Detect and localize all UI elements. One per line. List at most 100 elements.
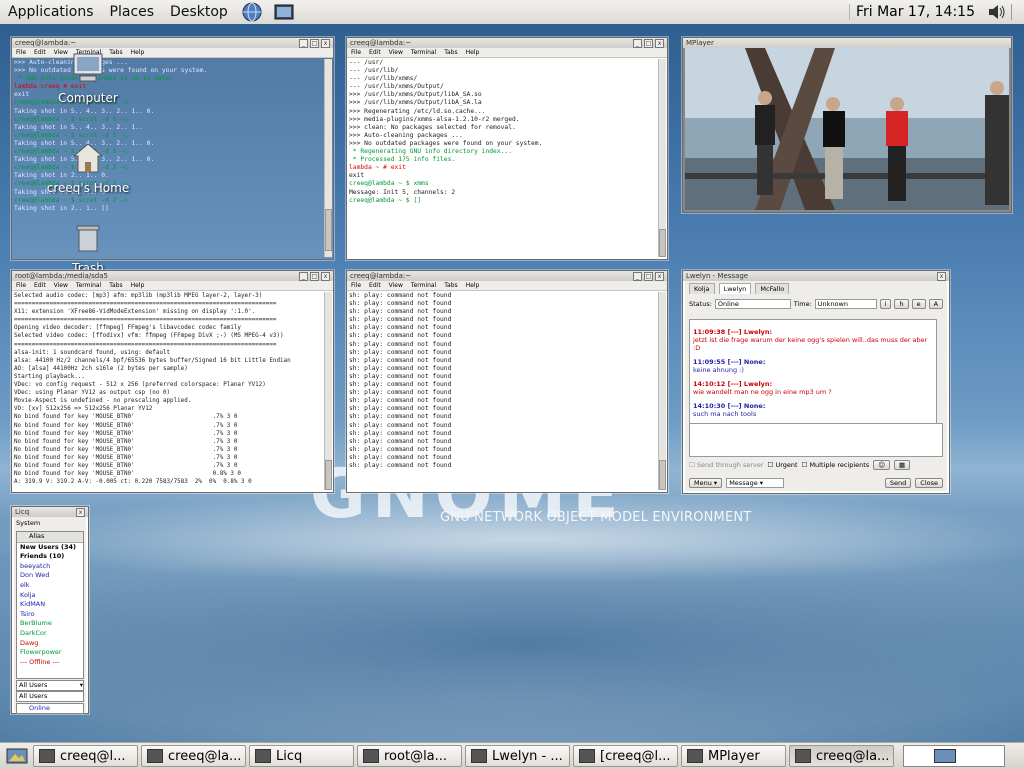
video-frame[interactable] xyxy=(685,48,1009,210)
menu-help[interactable]: Help xyxy=(131,282,145,289)
minimize-button[interactable]: _ xyxy=(299,271,308,281)
contact-row[interactable]: BerBlume xyxy=(17,619,83,629)
workspace-pager[interactable] xyxy=(903,745,1005,767)
titlebar[interactable]: Lwelyn - Message x xyxy=(683,271,949,281)
menu-terminal[interactable]: Terminal xyxy=(411,282,436,289)
close-button[interactable]: x xyxy=(937,271,946,281)
menu-terminal[interactable]: Terminal xyxy=(76,282,101,289)
contact-row[interactable]: Flowerpower xyxy=(17,648,83,658)
menu-terminal[interactable]: Terminal xyxy=(411,49,436,56)
maximize-button[interactable]: □ xyxy=(644,38,653,48)
show-desktop-button[interactable] xyxy=(4,745,30,767)
contact-row[interactable]: New Users (34) xyxy=(17,543,83,553)
volume-icon[interactable] xyxy=(987,2,1007,22)
terminal-window-4[interactable]: creeq@lambda:~ _ □ x File Edit View Terminal T… xyxy=(346,270,668,493)
maximize-button[interactable]: □ xyxy=(310,38,319,48)
mplayer-window[interactable]: MPlayer xyxy=(682,37,1012,213)
contact-row[interactable]: Friends (10) xyxy=(17,552,83,562)
titlebar[interactable]: root@lambda:/media/sda5 _ □ x xyxy=(12,271,333,281)
titlebar[interactable]: creeq@lambda:~ _ □ x xyxy=(12,38,333,48)
message-window[interactable]: Lwelyn - Message x Kolja Lwelyn McFallo … xyxy=(682,270,950,494)
taskbar-button[interactable]: [creeq@l... xyxy=(573,745,678,767)
close-button[interactable]: x xyxy=(655,38,664,48)
urgent-checkbox[interactable]: ☐ Urgent xyxy=(768,461,798,469)
taskbar-button[interactable]: MPlayer xyxy=(681,745,786,767)
menu-button[interactable]: Menu ▾ xyxy=(689,478,723,488)
contact-list[interactable]: Alias New Users (34) Friends (10) beeyatch… xyxy=(16,531,84,679)
scrollbar[interactable] xyxy=(658,59,666,257)
titlebar[interactable]: MPlayer xyxy=(683,38,1011,48)
scrollbar[interactable] xyxy=(658,292,666,490)
user-info-button[interactable]: i xyxy=(879,299,892,309)
minimize-button[interactable]: _ xyxy=(633,271,642,281)
font-button[interactable]: A xyxy=(928,299,944,309)
terminal-output[interactable]: sh: play: command not found sh: play: com… xyxy=(349,292,658,490)
close-button[interactable]: x xyxy=(321,271,330,281)
group-select[interactable]: All Users ▾ xyxy=(16,680,84,691)
titlebar[interactable]: Licq x xyxy=(12,507,88,517)
menu-view[interactable]: View xyxy=(389,49,403,56)
titlebar[interactable]: creeq@lambda:~ _ □ x xyxy=(347,38,667,48)
menu-file[interactable]: File xyxy=(351,282,361,289)
screenshot-icon[interactable] xyxy=(274,2,294,22)
taskbar-button[interactable]: Licq xyxy=(249,745,354,767)
status-selector[interactable]: Online xyxy=(16,703,84,714)
minimize-button[interactable]: _ xyxy=(299,38,308,48)
taskbar-button[interactable]: creeq@la... xyxy=(789,745,894,767)
emoticon-button[interactable]: ☺ xyxy=(873,460,891,470)
color-button[interactable]: ▦ xyxy=(894,460,911,470)
scrollbar[interactable] xyxy=(324,59,332,257)
contact-row[interactable]: elk xyxy=(17,581,83,591)
alias-header[interactable]: Alias xyxy=(17,532,83,543)
multiple-recipients-checkbox[interactable]: ☐ Multiple recipients xyxy=(802,461,870,469)
message-input[interactable] xyxy=(689,423,943,457)
contact-row[interactable]: Kolja xyxy=(17,591,83,601)
contact-row[interactable]: KidMAN xyxy=(17,600,83,610)
message-history[interactable]: 11:09:38 [---] Lwelyn: jetzt ist die frag… xyxy=(689,319,937,425)
system-menu[interactable]: System xyxy=(14,517,86,529)
menu-help[interactable]: Help xyxy=(466,282,480,289)
terminal-output[interactable]: Selected audio codec: [mp3] afm: mp3lib … xyxy=(14,292,324,490)
menu-tabs[interactable]: Tabs xyxy=(444,49,457,56)
menu-file[interactable]: File xyxy=(16,282,26,289)
tab-lwelyn[interactable]: Lwelyn xyxy=(718,283,752,294)
menu-file[interactable]: File xyxy=(351,49,361,56)
desktop-menu[interactable]: Desktop xyxy=(162,4,236,20)
close-button[interactable]: x xyxy=(321,38,330,48)
contact-row[interactable]: DarkCor xyxy=(17,629,83,639)
menu-help[interactable]: Help xyxy=(466,49,480,56)
contact-row[interactable]: Dawg xyxy=(17,639,83,649)
menu-view[interactable]: View xyxy=(54,282,68,289)
taskbar-button[interactable]: creeq@l... xyxy=(33,745,138,767)
encryption-button[interactable]: e xyxy=(911,299,926,309)
menu-file[interactable]: File xyxy=(16,49,26,56)
history-button[interactable]: h xyxy=(894,299,909,309)
menu-edit[interactable]: Edit xyxy=(369,282,381,289)
taskbar-button[interactable]: Lwelyn - ... xyxy=(465,745,570,767)
terminal-window-2[interactable]: creeq@lambda:~ _ □ x File Edit View Terminal T… xyxy=(346,37,668,260)
send-through-server-checkbox[interactable]: ☐ Send through server xyxy=(689,461,764,469)
send-button[interactable]: Send xyxy=(884,478,912,488)
contact-row[interactable]: beeyatch xyxy=(17,562,83,572)
contact-row[interactable]: Tsiro xyxy=(17,610,83,620)
maximize-button[interactable]: □ xyxy=(310,271,319,281)
titlebar[interactable]: creeq@lambda:~ _ □ x xyxy=(347,271,667,281)
contact-row[interactable]: Don Wed xyxy=(17,571,83,581)
menu-tabs[interactable]: Tabs xyxy=(109,282,122,289)
tab-mcfallo[interactable]: McFallo xyxy=(755,283,790,294)
contact-row[interactable]: --- Offline --- xyxy=(17,658,83,668)
group-list[interactable]: All Users xyxy=(16,691,84,702)
menu-view[interactable]: View xyxy=(389,282,403,289)
close-message-button[interactable]: Close xyxy=(915,478,943,488)
menu-edit[interactable]: Edit xyxy=(369,49,381,56)
web-browser-icon[interactable] xyxy=(242,2,262,22)
close-button[interactable]: x xyxy=(655,271,664,281)
terminal-output[interactable]: --- /usr/--- /usr/lib/--- /usr/lib/xmms/… xyxy=(349,59,658,257)
trash-desktop-icon[interactable]: Trash xyxy=(38,220,138,275)
menu-tabs[interactable]: Tabs xyxy=(444,282,457,289)
taskbar-button[interactable]: creeq@la... xyxy=(141,745,246,767)
terminal-window-3[interactable]: root@lambda:/media/sda5 _ □ x File Edit View… xyxy=(11,270,334,493)
licq-window[interactable]: Licq x System Alias New Users (34) Friend… xyxy=(11,506,89,714)
maximize-button[interactable]: □ xyxy=(644,271,653,281)
message-type-select[interactable]: Message ▾ xyxy=(726,478,785,488)
